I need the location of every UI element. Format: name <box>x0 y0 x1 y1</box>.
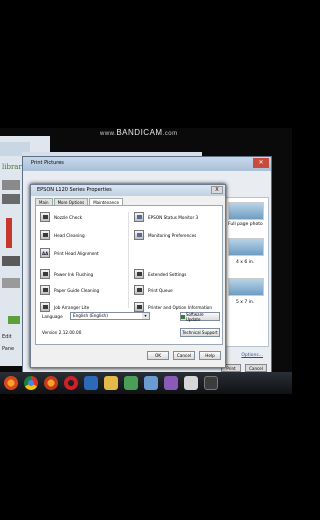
power-ink-flushing-button[interactable]: Power Ink Flushing <box>40 269 93 279</box>
maintenance-panel: Nozzle Check Head Cleaning Print Head Al… <box>35 205 223 345</box>
layout-caption: Full page photo <box>228 222 263 227</box>
alignment-icon <box>40 248 50 258</box>
head-cleaning-icon <box>40 230 50 240</box>
background-green-button <box>8 316 20 324</box>
status-monitor-button[interactable]: EPSON Status Monitor 3 <box>134 212 198 222</box>
app-icon[interactable] <box>204 376 218 390</box>
extended-settings-icon <box>134 269 144 279</box>
printer-option-information-button[interactable]: Printer and Option Information <box>134 302 212 312</box>
utility-label: EPSON Status Monitor 3 <box>148 214 199 220</box>
utility-label: Power Ink Flushing <box>54 271 94 277</box>
monitoring-preferences-icon <box>134 230 144 240</box>
utility-label: Head Cleaning <box>54 232 85 238</box>
close-icon[interactable]: ✕ <box>253 158 269 168</box>
language-value: English (English) <box>73 313 108 318</box>
extended-settings-button[interactable]: Extended Settings <box>134 269 186 279</box>
job-arranger-icon <box>40 302 50 312</box>
help-button[interactable]: Help <box>199 351 221 360</box>
background-text: Pane <box>2 346 15 352</box>
language-select[interactable]: English (English) ▾ <box>70 312 150 320</box>
watermark-prefix: www. <box>100 131 117 137</box>
update-icon <box>181 314 185 319</box>
utility-label: Nozzle Check <box>54 214 83 220</box>
background-thumbnail <box>2 180 20 190</box>
chrome-icon[interactable] <box>24 376 38 390</box>
paper-guide-icon <box>40 285 50 295</box>
technical-support-button[interactable]: Technical Support <box>180 328 220 337</box>
software-update-label: Software Update <box>185 311 204 322</box>
utility-label: Print Queue <box>148 287 173 293</box>
dialog-titlebar[interactable]: EPSON L120 Series Properties X <box>31 185 225 196</box>
utility-label: Job Arranger Lite <box>54 304 90 310</box>
app-icon[interactable] <box>164 376 178 390</box>
utility-label: Extended Settings <box>148 271 187 277</box>
tab-more-options[interactable]: More Options <box>53 198 89 205</box>
layout-caption: 5 x 7 in. <box>236 300 255 305</box>
close-icon[interactable]: X <box>211 186 223 194</box>
layout-thumbnail[interactable] <box>228 238 264 256</box>
nozzle-check-icon <box>40 212 50 222</box>
ok-button[interactable]: OK <box>147 351 169 360</box>
head-cleaning-button[interactable]: Head Cleaning <box>40 230 85 240</box>
print-head-alignment-button[interactable]: Print Head Alignment <box>40 248 99 258</box>
taskbar <box>0 372 292 394</box>
app-icon[interactable] <box>144 376 158 390</box>
tab-maintenance[interactable]: Maintenance <box>89 198 123 205</box>
utility-label: Print Head Alignment <box>54 250 99 256</box>
layout-thumbnail[interactable] <box>228 202 264 220</box>
print-pictures-title: Print Pictures <box>31 160 64 166</box>
version-text: Version 2.12.00.00 <box>42 330 82 335</box>
dialog-title: EPSON L120 Series Properties <box>37 187 112 193</box>
print-queue-icon <box>134 285 144 295</box>
watermark-suffix: .com <box>162 131 178 137</box>
print-pictures-titlebar[interactable]: Print Pictures ✕ <box>23 157 271 171</box>
print-queue-button[interactable]: Print Queue <box>134 285 173 295</box>
divider <box>128 212 129 308</box>
opera-icon[interactable] <box>64 376 78 390</box>
background-thumbnail <box>2 194 20 204</box>
firefox-icon[interactable] <box>4 376 18 390</box>
ink-flushing-icon <box>40 269 50 279</box>
tab-bar: Main More Options Maintenance <box>35 198 124 205</box>
utility-label: Printer and Option Information <box>148 304 213 310</box>
background-red-banner <box>6 218 12 248</box>
app-icon[interactable] <box>124 376 138 390</box>
tab-main[interactable]: Main <box>35 198 53 205</box>
cancel-button[interactable]: Cancel <box>173 351 195 360</box>
background-thumbnail <box>2 256 20 266</box>
utility-label: Paper Guide Cleaning <box>54 287 100 293</box>
screen-capture: library Edit Pane Slide show Print E-mai… <box>0 128 292 394</box>
app-icon[interactable] <box>184 376 198 390</box>
watermark-brand: BANDICAM <box>116 128 163 137</box>
language-label: Language <box>42 314 63 319</box>
firefox-icon[interactable] <box>44 376 58 390</box>
printer-properties-dialog: EPSON L120 Series Properties X Main More… <box>30 184 226 368</box>
cancel-button[interactable]: Cancel <box>245 364 267 372</box>
paper-guide-cleaning-button[interactable]: Paper Guide Cleaning <box>40 285 99 295</box>
chevron-down-icon[interactable]: ▾ <box>142 313 149 319</box>
layout-thumbnail[interactable] <box>228 278 264 296</box>
options-link[interactable]: Options... <box>241 353 263 358</box>
layout-list[interactable]: Full page photo 4 x 6 in. 5 x 7 in. <box>223 197 269 347</box>
folder-icon[interactable] <box>104 376 118 390</box>
software-update-button[interactable]: Software Update <box>180 311 220 322</box>
printer-information-icon <box>134 302 144 312</box>
background-thumbnail <box>2 278 20 288</box>
monitoring-preferences-button[interactable]: Monitoring Preferences <box>134 230 196 240</box>
job-arranger-lite-button[interactable]: Job Arranger Lite <box>40 302 89 312</box>
utility-label: Monitoring Preferences <box>148 232 197 238</box>
background-text: Edit <box>2 334 12 340</box>
windows-explorer-icon[interactable] <box>84 376 98 390</box>
nozzle-check-button[interactable]: Nozzle Check <box>40 212 82 222</box>
status-monitor-icon <box>134 212 144 222</box>
layout-caption: 4 x 6 in. <box>236 260 255 265</box>
bandicam-watermark: www.BANDICAM.com <box>100 128 178 137</box>
